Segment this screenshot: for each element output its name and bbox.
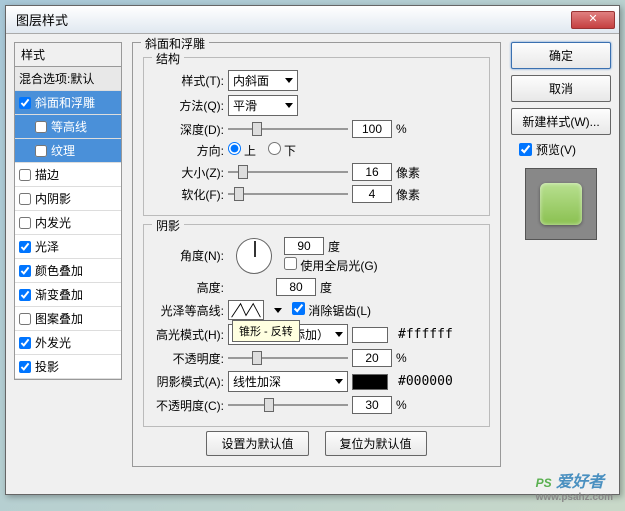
preview-thumbnail bbox=[525, 168, 597, 240]
make-default-button[interactable]: 设置为默认值 bbox=[206, 431, 308, 456]
style-dropdown[interactable]: 内斜面 bbox=[228, 70, 298, 91]
layer-style-dialog: 图层样式 ✕ 样式 混合选项:默认 斜面和浮雕等高线纹理描边内阴影内发光光泽颜色… bbox=[5, 5, 620, 495]
chevron-down-icon bbox=[285, 78, 293, 83]
style-label: 外发光 bbox=[35, 334, 71, 351]
new-style-button[interactable]: 新建样式(W)... bbox=[511, 108, 611, 135]
style-label: 斜面和浮雕 bbox=[35, 94, 95, 111]
style-checkbox[interactable] bbox=[19, 289, 31, 301]
chevron-down-icon bbox=[335, 332, 343, 337]
style-checkbox[interactable] bbox=[19, 97, 31, 109]
highlight-color-swatch[interactable] bbox=[352, 327, 388, 343]
gloss-contour-picker[interactable] bbox=[228, 300, 264, 320]
contour-tooltip: 锥形 - 反转 bbox=[232, 320, 300, 342]
angle-dial[interactable] bbox=[236, 238, 272, 274]
style-item[interactable]: 外发光 bbox=[15, 331, 121, 355]
style-item[interactable]: 等高线 bbox=[15, 115, 121, 139]
depth-slider[interactable] bbox=[228, 121, 348, 137]
antialias-checkbox[interactable]: 消除锯齿(L) bbox=[292, 302, 371, 319]
technique-dropdown[interactable]: 平滑 bbox=[228, 95, 298, 116]
reset-default-button[interactable]: 复位为默认值 bbox=[325, 431, 427, 456]
style-item[interactable]: 纹理 bbox=[15, 139, 121, 163]
size-slider[interactable] bbox=[228, 164, 348, 180]
style-item[interactable]: 光泽 bbox=[15, 235, 121, 259]
bevel-section: 斜面和浮雕 结构 样式(T): 内斜面 方法(Q): 平滑 深度(D): bbox=[132, 42, 501, 467]
style-checkbox[interactable] bbox=[19, 193, 31, 205]
style-checkbox[interactable] bbox=[19, 265, 31, 277]
style-item[interactable]: 投影 bbox=[15, 355, 121, 379]
style-label: 内阴影 bbox=[35, 190, 71, 207]
shadow-opacity-slider[interactable] bbox=[228, 397, 348, 413]
style-label: 渐变叠加 bbox=[35, 286, 83, 303]
style-item[interactable]: 颜色叠加 bbox=[15, 259, 121, 283]
highlight-opacity-slider[interactable] bbox=[228, 350, 348, 366]
style-checkbox[interactable] bbox=[35, 145, 47, 157]
style-checkbox[interactable] bbox=[19, 169, 31, 181]
highlight-opacity-input[interactable] bbox=[352, 349, 392, 367]
style-label: 图案叠加 bbox=[35, 310, 83, 327]
styles-header: 样式 bbox=[14, 42, 122, 67]
depth-input[interactable] bbox=[352, 120, 392, 138]
direction-up-radio[interactable]: 上 bbox=[228, 142, 256, 159]
style-item[interactable]: 内发光 bbox=[15, 211, 121, 235]
global-light-checkbox[interactable]: 使用全局光(G) bbox=[284, 257, 378, 274]
style-checkbox[interactable] bbox=[19, 337, 31, 349]
style-label: 投影 bbox=[35, 358, 59, 375]
chevron-down-icon bbox=[285, 103, 293, 108]
action-panel: 确定 取消 新建样式(W)... 预览(V) bbox=[511, 42, 611, 486]
style-label: 等高线 bbox=[51, 118, 87, 135]
style-checkbox[interactable] bbox=[19, 217, 31, 229]
chevron-down-icon[interactable] bbox=[274, 308, 282, 313]
style-item[interactable]: 图案叠加 bbox=[15, 307, 121, 331]
style-checkbox[interactable] bbox=[19, 361, 31, 373]
chevron-down-icon bbox=[335, 379, 343, 384]
style-label: 颜色叠加 bbox=[35, 262, 83, 279]
style-checkbox[interactable] bbox=[19, 241, 31, 253]
close-button[interactable]: ✕ bbox=[571, 11, 615, 29]
style-item[interactable]: 斜面和浮雕 bbox=[15, 91, 121, 115]
angle-input[interactable] bbox=[284, 237, 324, 255]
style-checkbox[interactable] bbox=[35, 121, 47, 133]
cancel-button[interactable]: 取消 bbox=[511, 75, 611, 102]
style-label: 内发光 bbox=[35, 214, 71, 231]
style-item[interactable]: 描边 bbox=[15, 163, 121, 187]
style-checkbox[interactable] bbox=[19, 313, 31, 325]
style-label: 光泽 bbox=[35, 238, 59, 255]
titlebar[interactable]: 图层样式 ✕ bbox=[6, 6, 619, 34]
dialog-title: 图层样式 bbox=[10, 10, 571, 29]
shadow-hex: #000000 bbox=[398, 374, 453, 389]
style-label: 纹理 bbox=[51, 142, 75, 159]
shadow-mode-dropdown[interactable]: 线性加深 bbox=[228, 371, 348, 392]
preview-checkbox[interactable] bbox=[519, 143, 532, 156]
ok-button[interactable]: 确定 bbox=[511, 42, 611, 69]
preview-swatch bbox=[540, 183, 582, 225]
style-item[interactable]: 内阴影 bbox=[15, 187, 121, 211]
style-item[interactable]: 渐变叠加 bbox=[15, 283, 121, 307]
size-input[interactable] bbox=[352, 163, 392, 181]
styles-list: 混合选项:默认 斜面和浮雕等高线纹理描边内阴影内发光光泽颜色叠加渐变叠加图案叠加… bbox=[14, 67, 122, 380]
shadow-opacity-input[interactable] bbox=[352, 396, 392, 414]
structure-group: 结构 样式(T): 内斜面 方法(Q): 平滑 深度(D): % bbox=[143, 57, 490, 216]
highlight-hex: #ffffff bbox=[398, 327, 453, 342]
soften-input[interactable] bbox=[352, 185, 392, 203]
blend-options-item[interactable]: 混合选项:默认 bbox=[15, 67, 121, 91]
watermark: PS 爱好者 www.psahz.com bbox=[536, 468, 613, 503]
soften-slider[interactable] bbox=[228, 186, 348, 202]
shadow-color-swatch[interactable] bbox=[352, 374, 388, 390]
altitude-input[interactable] bbox=[276, 278, 316, 296]
options-panel: 斜面和浮雕 结构 样式(T): 内斜面 方法(Q): 平滑 深度(D): bbox=[128, 42, 505, 486]
shading-group: 阴影 角度(N): 度 使用全局光(G) bbox=[143, 224, 490, 427]
direction-down-radio[interactable]: 下 bbox=[268, 142, 296, 159]
style-label: 描边 bbox=[35, 166, 59, 183]
styles-panel: 样式 混合选项:默认 斜面和浮雕等高线纹理描边内阴影内发光光泽颜色叠加渐变叠加图… bbox=[14, 42, 122, 486]
